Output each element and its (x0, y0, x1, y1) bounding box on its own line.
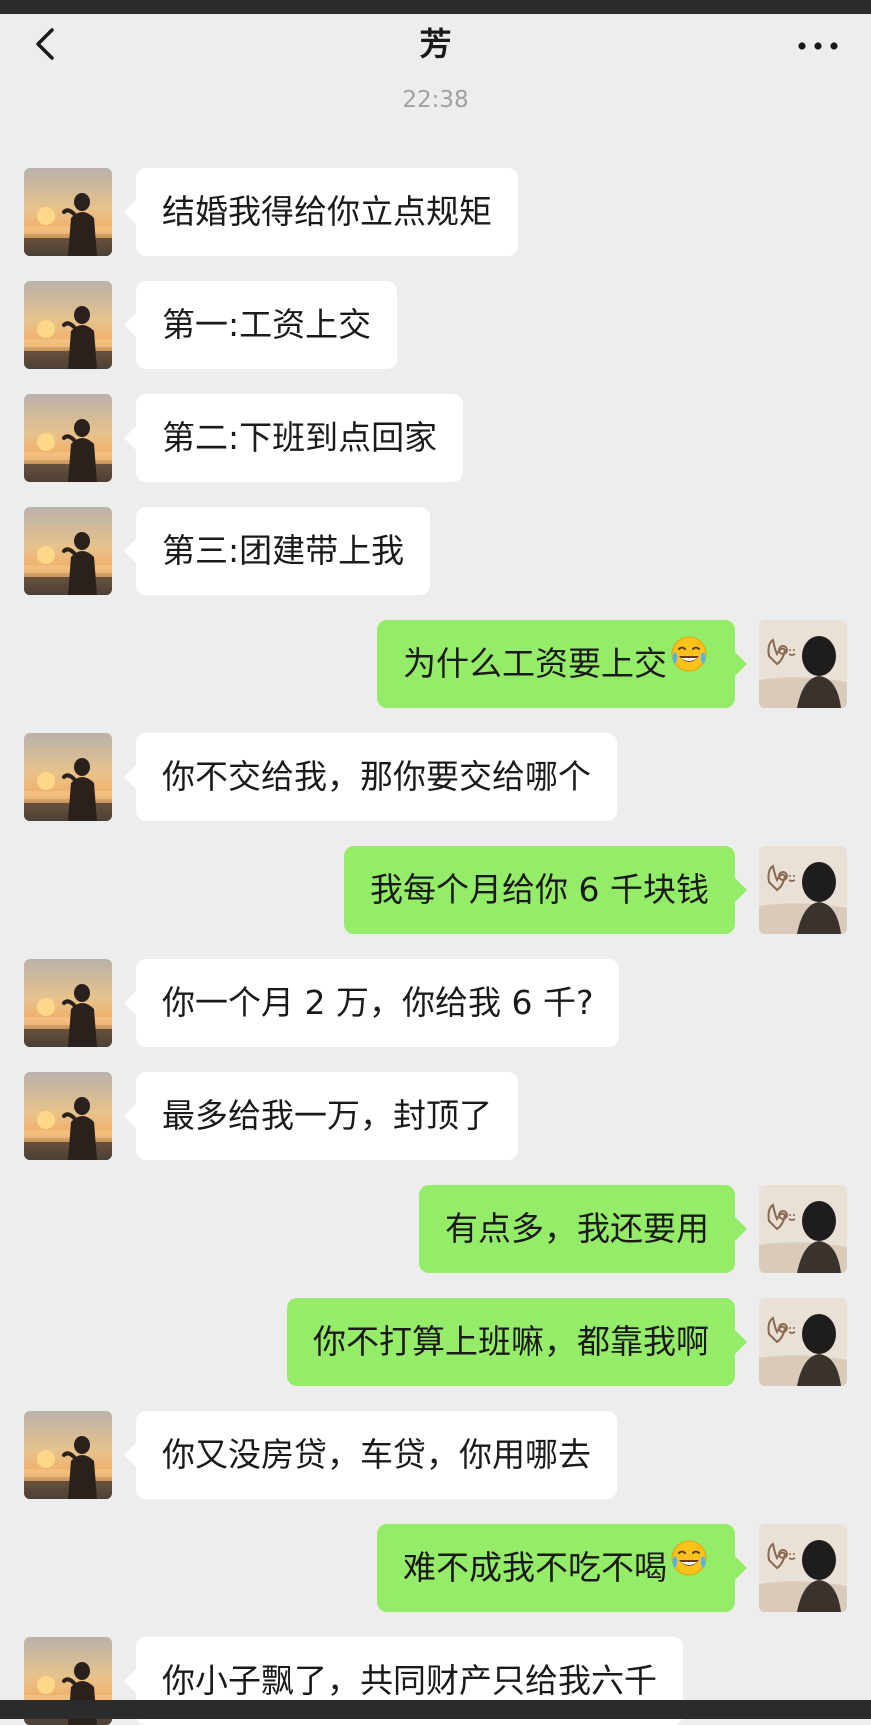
my-avatar[interactable] (759, 1185, 847, 1273)
message-bubble[interactable]: 难不成我不吃不喝 (377, 1523, 747, 1612)
message-text: 第一:工资上交 (162, 305, 372, 344)
chat-title: 芳 (419, 25, 452, 63)
message-text: 结婚我得给你立点规矩 (162, 192, 492, 231)
outgoing-message-row: 难不成我不吃不喝 (0, 1524, 871, 1612)
outgoing-message-row: 你不打算上班嘛，都靠我啊 (0, 1298, 871, 1386)
message-bubble[interactable]: 结婚我得给你立点规矩 (124, 168, 518, 256)
incoming-message-row: 最多给我一万，封顶了 (0, 1072, 871, 1160)
outgoing-message-row: 为什么工资要上交 (0, 620, 871, 708)
message-text: 为什么工资要上交 (403, 644, 667, 683)
incoming-message-row: 第三:团建带上我 (0, 507, 871, 595)
incoming-message-row: 你不交给我，那你要交给哪个 (0, 733, 871, 821)
message-bubble[interactable]: 第一:工资上交 (123, 281, 398, 369)
message-text: 你不交给我，那你要交给哪个 (162, 757, 591, 796)
contact-avatar[interactable] (24, 733, 112, 821)
message-bubble[interactable]: 最多给我一万，封顶了 (124, 1072, 518, 1160)
incoming-message-row: 你一个月 2 万，你给我 6 千? (0, 959, 871, 1047)
chat-header: 芳 (0, 14, 871, 78)
status-strip (0, 0, 871, 14)
contact-avatar[interactable] (24, 1411, 112, 1499)
message-bubble[interactable]: 我每个月给你 6 千块钱 (344, 846, 747, 934)
message-text: 第三:团建带上我 (162, 531, 405, 570)
more-dots-icon (798, 42, 838, 50)
my-avatar[interactable] (759, 1524, 847, 1612)
message-timestamp: 22:38 (402, 87, 469, 113)
bottom-strip (0, 1700, 871, 1719)
contact-avatar[interactable] (24, 281, 112, 369)
message-text: 第二:下班到点回家 (162, 418, 438, 457)
my-avatar[interactable] (759, 1298, 847, 1386)
my-avatar[interactable] (759, 620, 847, 708)
outgoing-message-row: 我每个月给你 6 千块钱 (0, 846, 871, 934)
message-text: 你又没房贷，车贷，你用哪去 (162, 1435, 591, 1474)
more-button[interactable] (793, 24, 843, 64)
message-bubble[interactable]: 第三:团建带上我 (123, 507, 431, 595)
contact-avatar[interactable] (24, 394, 112, 482)
message-text: 我每个月给你 6 千块钱 (370, 870, 709, 909)
incoming-message-row: 第一:工资上交 (0, 281, 871, 369)
message-bubble[interactable]: 你不打算上班嘛，都靠我啊 (287, 1298, 747, 1386)
message-bubble[interactable]: 有点多，我还要用 (419, 1185, 747, 1273)
message-bubble[interactable]: 第二:下班到点回家 (123, 394, 464, 482)
message-bubble[interactable]: 你一个月 2 万，你给我 6 千? (123, 959, 620, 1047)
message-bubble[interactable]: 为什么工资要上交 (377, 619, 747, 708)
message-text: 你一个月 2 万，你给我 6 千? (162, 983, 594, 1022)
incoming-message-row: 你又没房贷，车贷，你用哪去 (0, 1411, 871, 1499)
laughing-crying-emoji-icon (669, 1523, 709, 1611)
message-text: 有点多，我还要用 (445, 1209, 709, 1248)
incoming-message-row: 第二:下班到点回家 (0, 394, 871, 482)
my-avatar[interactable] (759, 846, 847, 934)
contact-avatar[interactable] (24, 168, 112, 256)
contact-avatar[interactable] (24, 507, 112, 595)
message-text: 你小子飘了，共同财产只给我六千 (162, 1661, 657, 1700)
contact-avatar[interactable] (24, 959, 112, 1047)
message-text: 你不打算上班嘛，都靠我啊 (313, 1322, 709, 1361)
message-text: 难不成我不吃不喝 (403, 1548, 667, 1587)
contact-avatar[interactable] (24, 1072, 112, 1160)
message-text: 最多给我一万，封顶了 (162, 1096, 492, 1135)
message-bubble[interactable]: 你不交给我，那你要交给哪个 (124, 733, 617, 821)
incoming-message-row: 结婚我得给你立点规矩 (0, 168, 871, 256)
message-bubble[interactable]: 你又没房贷，车贷，你用哪去 (124, 1411, 617, 1499)
laughing-crying-emoji-icon (669, 619, 709, 707)
outgoing-message-row: 有点多，我还要用 (0, 1185, 871, 1273)
